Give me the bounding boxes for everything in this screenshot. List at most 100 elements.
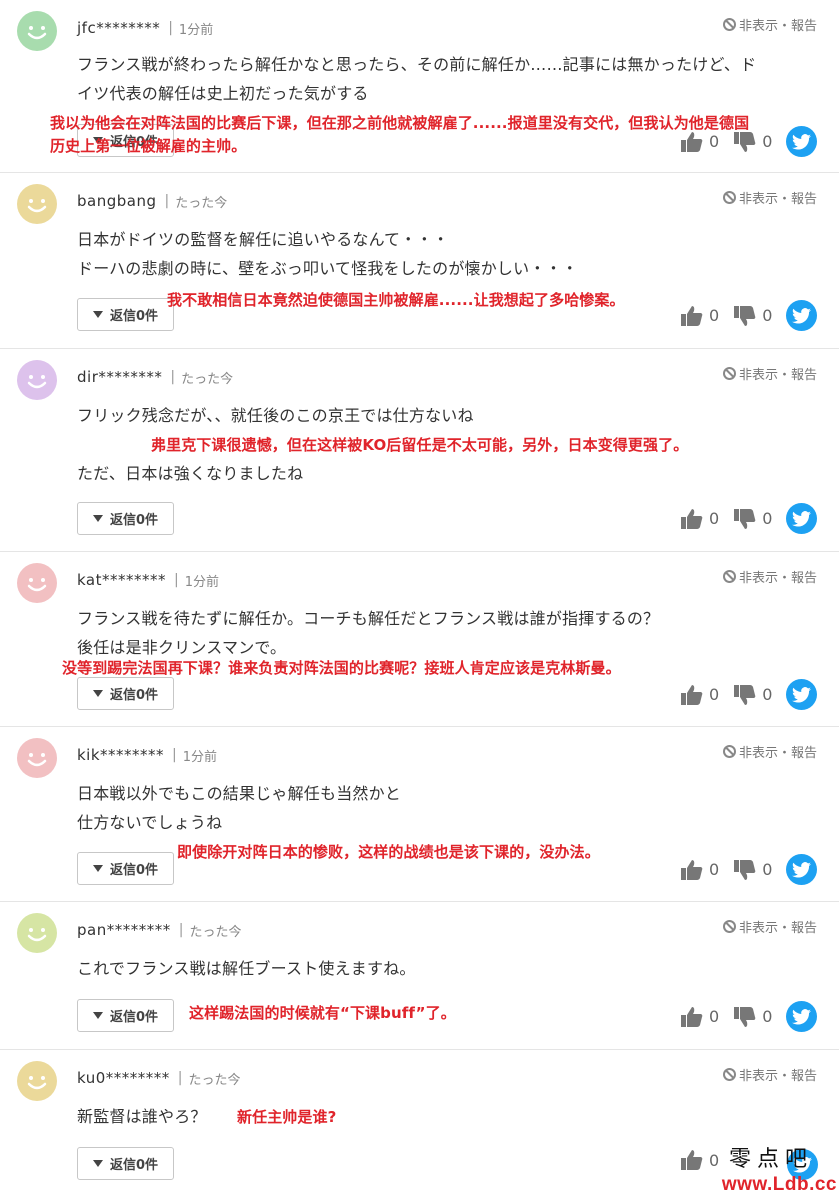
translation-annotation: 弗里克下课很遗憾，但在这样被KO后留任是不太可能，另外，日本变得更强了。 (151, 436, 689, 454)
like-count: 0 (709, 509, 720, 528)
comment-text: 日本がドイツの監督を解任に追いやるなんて・・・ ドーハの悲劇の時に、壁をぶっ叩い… (77, 230, 578, 278)
hide-report-link[interactable]: 非表示・報告 (722, 1065, 817, 1084)
reply-toggle-button[interactable]: 返信0件 (77, 1147, 174, 1180)
comment-header: ku0******** | たった今 (77, 1067, 241, 1089)
username[interactable]: pan******** (77, 921, 171, 939)
comment-actions: 0 0 (680, 126, 818, 157)
thumbs-up-icon (681, 859, 703, 880)
twitter-bird-icon (792, 307, 812, 324)
watermark-logo: 零点吧 (728, 1147, 813, 1172)
like-button[interactable]: 0 (680, 305, 719, 327)
timestamp: たった今 (188, 1072, 241, 1088)
avatar[interactable] (17, 913, 57, 953)
caret-down-icon (92, 865, 103, 872)
comment-header: kik******** | 1分前 (77, 744, 217, 766)
thumbs-up-icon (681, 508, 703, 529)
watermark-url: www.Ldb.cc (721, 1174, 837, 1195)
avatar[interactable] (17, 360, 57, 400)
caret-down-icon (92, 515, 103, 522)
comment-actions: 0 0 (680, 300, 818, 331)
twitter-share-button[interactable] (786, 854, 818, 885)
dislike-button[interactable]: 0 (733, 684, 772, 706)
hide-report-label: 非表示・報告 (738, 921, 817, 936)
like-button[interactable]: 0 (680, 131, 719, 153)
hide-report-link[interactable]: 非表示・報告 (722, 917, 817, 936)
dislike-count: 0 (762, 132, 773, 151)
dislike-button[interactable]: 0 (733, 859, 772, 881)
avatar[interactable] (17, 738, 57, 778)
twitter-bird-icon (792, 510, 812, 527)
timestamp: 1分前 (184, 574, 219, 590)
hide-report-link[interactable]: 非表示・報告 (722, 15, 817, 34)
comment-actions: 0 0 (680, 854, 818, 885)
twitter-share-button[interactable] (786, 1001, 818, 1032)
reply-toggle-button[interactable]: 返信0件 (77, 298, 174, 331)
dislike-button[interactable]: 0 (733, 131, 772, 153)
username[interactable]: dir******** (77, 368, 162, 386)
like-button[interactable]: 0 (680, 508, 719, 530)
ban-icon (722, 1068, 736, 1081)
hide-report-link[interactable]: 非表示・報告 (722, 188, 817, 207)
comment-item: pan******** | たった今 非表示・報告 これでフランス戦は解任ブース… (0, 902, 839, 1050)
timestamp: 1分前 (182, 749, 218, 765)
like-count: 0 (709, 860, 720, 879)
comment-header: dir******** | たった今 (77, 366, 233, 388)
dislike-count: 0 (762, 685, 773, 704)
like-count: 0 (709, 685, 720, 704)
like-button[interactable]: 0 (680, 859, 719, 881)
hide-report-label: 非表示・報告 (738, 571, 817, 586)
translation-annotation: 新任主帅是谁? (237, 1108, 337, 1126)
twitter-bird-icon (792, 133, 812, 150)
thumbs-up-icon (681, 684, 703, 705)
twitter-share-button[interactable] (786, 503, 818, 534)
dislike-count: 0 (762, 860, 773, 879)
avatar[interactable] (17, 1061, 57, 1101)
timestamp: たった今 (181, 371, 234, 387)
username[interactable]: ku0******** (77, 1069, 170, 1087)
dislike-button[interactable]: 0 (733, 1006, 772, 1028)
comment-header: bangbang | たった今 (77, 190, 227, 212)
translation-annotation: 我不敢相信日本竟然迫使德国主帅被解雇......让我想起了多哈惨案。 (167, 291, 625, 309)
like-button[interactable]: 0 (680, 684, 719, 706)
translation-annotation: 这样踢法国的时候就有“下课buff”了。 (189, 1004, 456, 1022)
hide-report-link[interactable]: 非表示・報告 (722, 364, 817, 383)
comment-header: kat******** | 1分前 (77, 569, 219, 591)
username[interactable]: jfc******** (77, 19, 160, 37)
reply-label: 返信0件 (109, 1158, 159, 1173)
thumbs-down-icon (734, 684, 756, 705)
reply-toggle-button[interactable]: 返信0件 (77, 999, 174, 1032)
ban-icon (722, 191, 736, 204)
dislike-button[interactable]: 0 (733, 305, 772, 327)
comment-item: kat******** | 1分前 非表示・報告 フランス戦を待たずに解任か。コ… (0, 552, 839, 727)
dislike-button[interactable]: 0 (733, 508, 772, 530)
translation-annotation: 没等到踢完法国再下课？谁来负责对阵法国的比赛呢？接班人肯定应该是克林斯曼。 (62, 659, 621, 677)
avatar[interactable] (17, 563, 57, 603)
twitter-bird-icon (792, 861, 812, 878)
like-button[interactable]: 0 (680, 1006, 719, 1028)
hide-report-label: 非表示・報告 (738, 192, 817, 207)
hide-report-link[interactable]: 非表示・報告 (722, 742, 817, 761)
caret-down-icon (92, 311, 103, 318)
reply-toggle-button[interactable]: 返信0件 (77, 852, 174, 885)
username[interactable]: kik******** (77, 746, 164, 764)
ban-icon (722, 920, 736, 933)
twitter-share-button[interactable] (786, 126, 818, 157)
avatar[interactable] (17, 11, 57, 51)
username[interactable]: kat******** (77, 571, 166, 589)
comment-text: 新監督は誰やろ？ (77, 1107, 207, 1126)
caret-down-icon (92, 1160, 103, 1167)
like-button[interactable]: 0 (680, 1149, 719, 1171)
comment-item: bangbang | たった今 非表示・報告 日本がドイツの監督を解任に追いやる… (0, 173, 839, 349)
hide-report-link[interactable]: 非表示・報告 (722, 567, 817, 586)
twitter-share-button[interactable] (786, 300, 818, 331)
twitter-bird-icon (792, 1008, 812, 1025)
avatar[interactable] (17, 184, 57, 224)
hide-report-label: 非表示・報告 (738, 368, 817, 383)
reply-toggle-button[interactable]: 返信0件 (77, 502, 174, 535)
comment-header: jfc******** | 1分前 (77, 17, 213, 39)
twitter-share-button[interactable] (786, 679, 818, 710)
thumbs-down-icon (734, 305, 756, 326)
divider: | (174, 572, 179, 588)
reply-toggle-button[interactable]: 返信0件 (77, 677, 174, 710)
username[interactable]: bangbang (77, 192, 156, 210)
